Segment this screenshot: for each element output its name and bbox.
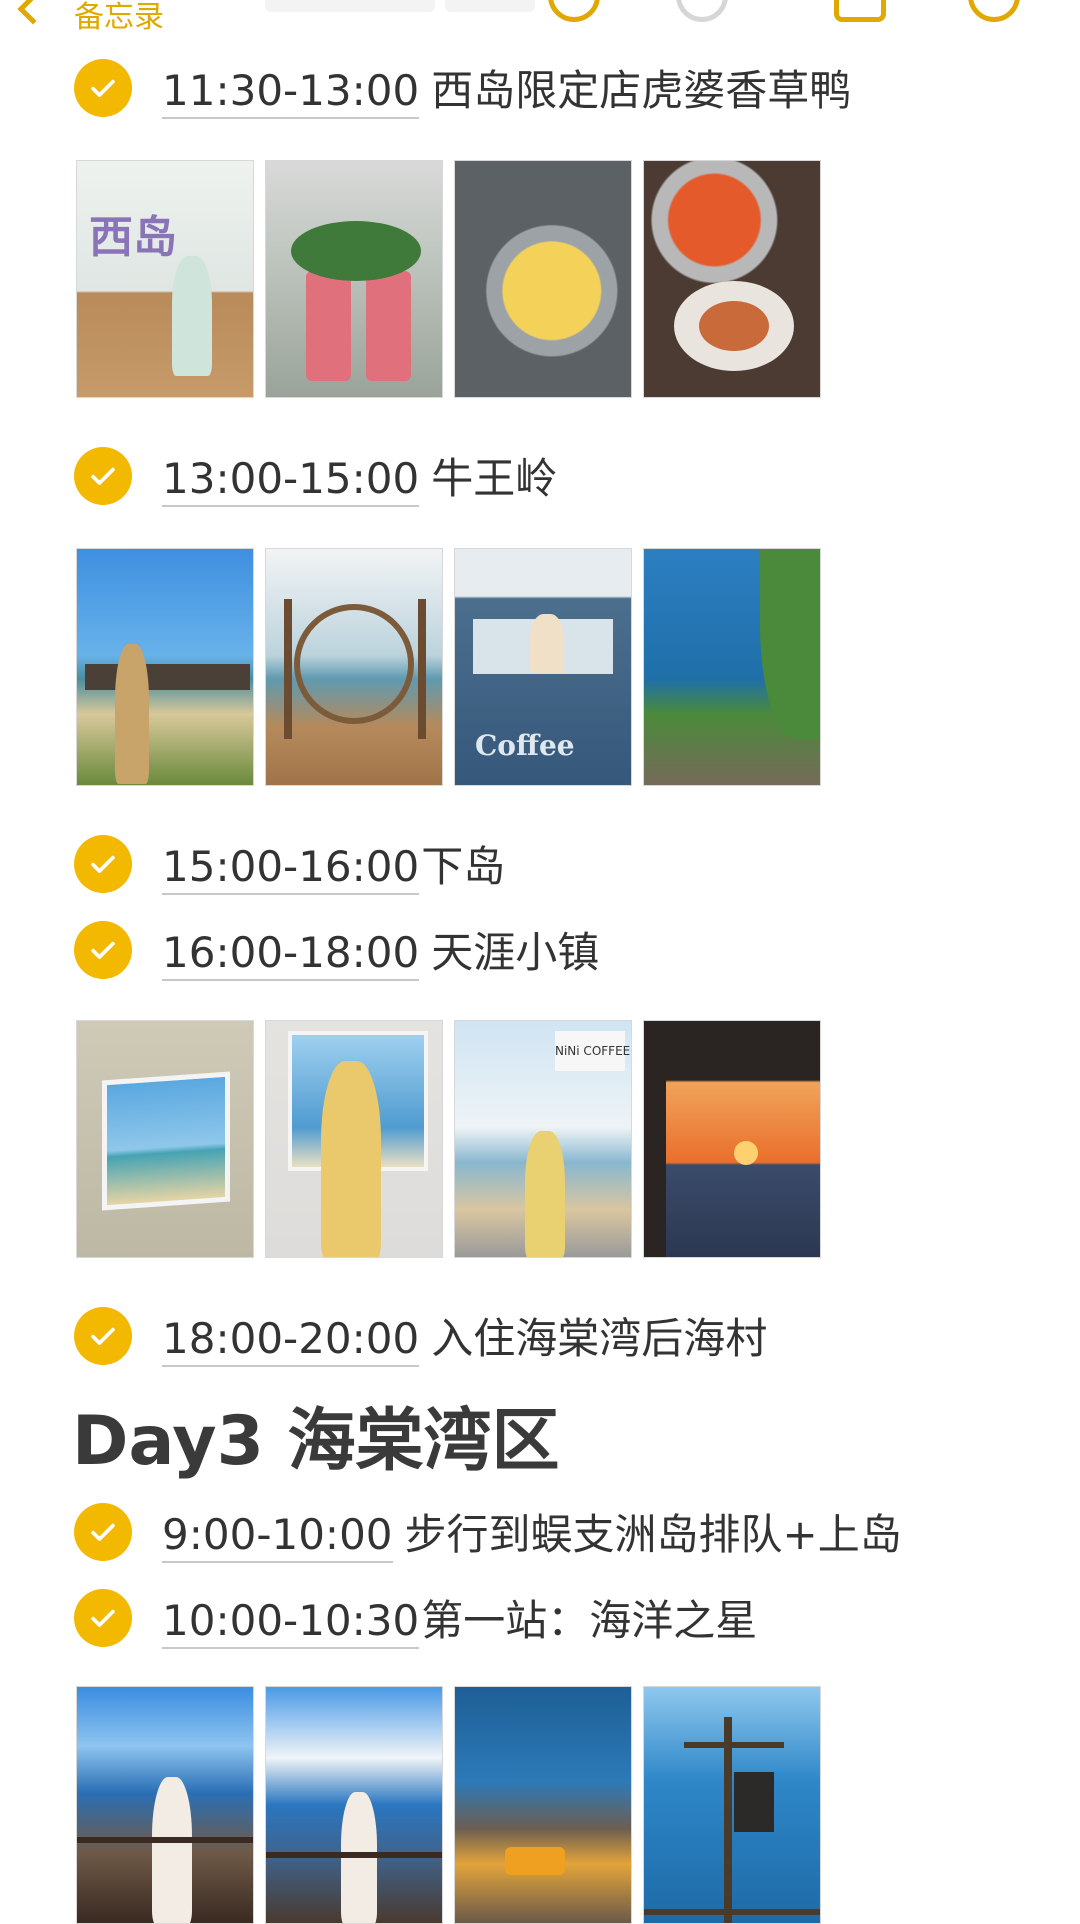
item-time[interactable]: 13:00-15:00 [162, 454, 420, 507]
photo-cafe-window[interactable]: NiNi COFFEE [454, 1020, 632, 1258]
photo-hotpot[interactable] [643, 160, 821, 398]
item-title: 下岛 [421, 842, 506, 891]
checkbox-checked[interactable] [74, 1589, 132, 1647]
item-time[interactable]: 18:00-20:00 [162, 1314, 420, 1367]
checklist-item: 10:00-10:30 第一站：海洋之星 [74, 1588, 758, 1649]
checkmark-icon [91, 1523, 115, 1541]
redo-icon[interactable] [676, 0, 728, 22]
item-title: 入住海棠湾后海村 [431, 1314, 768, 1363]
photo-coffee-truck[interactable]: Coffee [454, 548, 632, 786]
item-title: 牛王岭 [431, 454, 558, 503]
item-title: 第一站：海洋之星 [421, 1596, 758, 1645]
photo-west-island-sign[interactable]: 西岛 [76, 160, 254, 398]
checklist-item: 13:00-15:00 牛王岭 [74, 446, 558, 507]
photo-row: 西岛 [76, 160, 821, 398]
photo-row: Coffee [76, 548, 821, 786]
photo-row [76, 1686, 821, 1924]
more-icon[interactable] [968, 0, 1020, 22]
back-label: 备忘录 [74, 0, 164, 30]
item-time[interactable]: 10:00-10:30 [162, 1596, 420, 1649]
checkmark-icon [91, 941, 115, 959]
photo-beach-sign[interactable] [76, 548, 254, 786]
back-button[interactable]: 备忘录 [17, 0, 164, 30]
item-time[interactable]: 9:00-10:00 [162, 1510, 393, 1563]
undo-icon[interactable] [548, 0, 600, 22]
item-title: 西岛限定店虎婆香草鸭 [431, 66, 852, 115]
item-time[interactable]: 11:30-13:00 [162, 66, 420, 119]
item-time[interactable]: 16:00-18:00 [162, 928, 420, 981]
checkbox-checked[interactable] [74, 835, 132, 893]
photo-row: NiNi COFFEE [76, 1020, 821, 1258]
photo-drinks[interactable] [265, 160, 443, 398]
item-title: 天涯小镇 [431, 928, 600, 977]
photo-signpost[interactable] [643, 1686, 821, 1924]
photo-custard-pot[interactable] [454, 160, 632, 398]
checklist-item: 15:00-16:00 下岛 [74, 834, 506, 895]
checkmark-icon [91, 1609, 115, 1627]
checkbox-checked[interactable] [74, 447, 132, 505]
toolbar-shadow [445, 0, 535, 12]
checkbox-checked[interactable] [74, 1503, 132, 1561]
item-time[interactable]: 15:00-16:00 [162, 842, 420, 895]
photo-sea-cliff[interactable] [643, 548, 821, 786]
photo-rocky-coast[interactable] [76, 1686, 254, 1924]
checklist-item: 18:00-20:00 入住海棠湾后海村 [74, 1306, 768, 1367]
photo-ocean-cloud[interactable] [265, 1686, 443, 1924]
checkbox-checked[interactable] [74, 1307, 132, 1365]
top-bar: 备忘录 [0, 0, 1080, 30]
checkmark-icon [91, 1327, 115, 1345]
photo-sunset[interactable] [643, 1020, 821, 1258]
photo-painting-frame[interactable] [76, 1020, 254, 1258]
share-icon[interactable] [834, 0, 886, 22]
checkbox-checked[interactable] [74, 59, 132, 117]
checkmark-icon [91, 79, 115, 97]
toolbar-shadow [265, 0, 435, 12]
checklist-item: 16:00-18:00 天涯小镇 [74, 920, 600, 981]
checkbox-checked[interactable] [74, 921, 132, 979]
item-title: 步行到蜈支洲岛排队+上岛 [404, 1510, 902, 1559]
coffee-text: Coffee [475, 729, 575, 762]
checkmark-icon [91, 855, 115, 873]
day-heading: Day3 海棠湾区 [72, 1402, 560, 1481]
cafe-sign: NiNi COFFEE [555, 1031, 630, 1071]
chevron-left-icon [17, 0, 49, 25]
checklist-item: 9:00-10:00 步行到蜈支洲岛排队+上岛 [74, 1502, 902, 1563]
sign-text: 西岛 [89, 212, 177, 263]
photo-girl-coffee[interactable] [265, 1020, 443, 1258]
photo-rock-beach[interactable] [454, 1686, 632, 1924]
checklist-item: 11:30-13:00 西岛限定店虎婆香草鸭 [74, 58, 852, 119]
checkmark-icon [91, 467, 115, 485]
photo-arch-swing[interactable] [265, 548, 443, 786]
